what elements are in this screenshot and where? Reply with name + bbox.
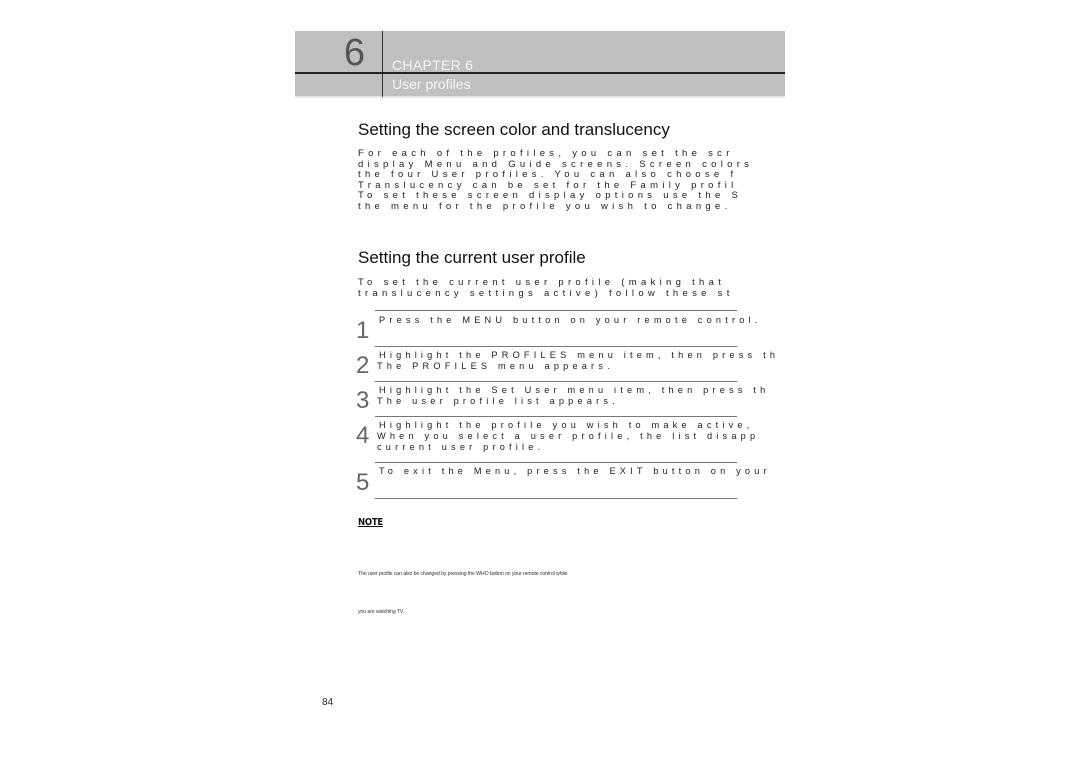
step-text: Highlight the profile you wish to make a… (379, 420, 754, 430)
step-number: 4 (356, 422, 370, 449)
step-number: 2 (356, 352, 370, 379)
step-text: Highlight the PROFILES menu item, then p… (379, 350, 780, 360)
step-text: The user profile list appears. (377, 396, 619, 406)
chapter-title: User profiles (392, 76, 471, 92)
step-4: 4 Highlight the profile you wish to make… (356, 418, 785, 462)
step-1: 1 Press the MENU button on your remote c… (356, 312, 785, 346)
section-body-screen-color: For each of the profiles, you can set th… (358, 149, 785, 213)
step-divider (375, 462, 737, 463)
page-number: 84 (322, 697, 334, 708)
paragraph-line: For each of the profiles, you can set th… (358, 149, 734, 159)
section-title-screen-color: Setting the screen color and translucenc… (358, 120, 670, 139)
note-line: The user profile can also be changed by … (358, 571, 568, 577)
step-number: 1 (356, 317, 370, 344)
step-divider (375, 310, 737, 311)
section-title-current-profile: Setting the current user profile (358, 248, 586, 267)
chapter-label: CHAPTER 6 (392, 57, 474, 73)
chapter-number: 6 (343, 32, 365, 74)
note-heading: NOTE (358, 517, 383, 528)
step-number: 5 (356, 469, 370, 496)
note-text: The user profile can also be changed by … (358, 543, 567, 631)
paragraph-line: the menu for the profile you wish to cha… (358, 200, 732, 212)
step-3: 3 Highlight the Set User menu item, then… (356, 383, 785, 416)
step-2: 2 Highlight the PROFILES menu item, then… (356, 348, 785, 381)
step-text: Press the MENU button on your remote con… (379, 315, 762, 325)
note-line: you are watching TV. (358, 608, 405, 615)
chapter-header: 6 CHAPTER 6 User profiles (295, 31, 785, 98)
step-divider (375, 381, 737, 382)
step-text: The PROFILES menu appears. (377, 361, 614, 371)
paragraph-line: translucency settings active) follow the… (358, 287, 734, 299)
step-text: current user profile. (377, 442, 545, 452)
step-divider (375, 346, 737, 347)
step-5: 5 To exit the Menu, press the EXIT butto… (356, 464, 785, 498)
step-number: 3 (356, 387, 370, 414)
section-body-current-profile: To set the current user profile (making … (358, 278, 785, 299)
step-text: When you select a user profile, the list… (377, 431, 760, 441)
step-divider (375, 416, 737, 417)
header-horizontal-divider (295, 72, 785, 74)
header-vertical-divider (382, 31, 383, 97)
step-text: To exit the Menu, press the EXIT button … (379, 466, 771, 476)
step-divider (375, 498, 737, 499)
paragraph-line: To set the current user profile (making … (358, 278, 726, 288)
step-text: Highlight the Set User menu item, then p… (379, 385, 770, 395)
